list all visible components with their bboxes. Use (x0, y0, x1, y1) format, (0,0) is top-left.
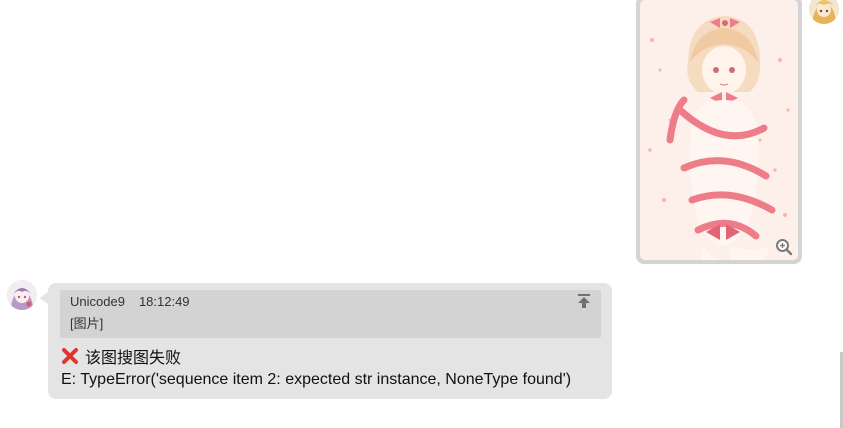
fail-status: 该图搜图失败 (61, 344, 181, 368)
bubble-tail (40, 292, 48, 304)
red-cross-icon (61, 347, 79, 365)
quote-time: 18:12:49 (138, 294, 190, 309)
chat-window: Unicode9 18:12:49 [图片] 该图搜图失败 E: TypeErro… (0, 0, 843, 428)
zoom-in-icon[interactable] (775, 238, 793, 256)
jump-to-top-icon[interactable] (576, 293, 592, 309)
error-message: E: TypeError('sequence item 2: expected … (61, 371, 572, 388)
sent-image[interactable] (640, 0, 798, 260)
quote-content: [图片] (70, 316, 104, 331)
sent-image-message[interactable] (636, 0, 802, 264)
quote-sender: Unicode9 (70, 294, 125, 309)
fail-status-text: 该图搜图失败 (85, 350, 182, 367)
quote-meta: Unicode9 18:12:49 (70, 294, 190, 309)
avatar-bot[interactable] (7, 280, 37, 310)
avatar-self[interactable] (809, 0, 839, 24)
